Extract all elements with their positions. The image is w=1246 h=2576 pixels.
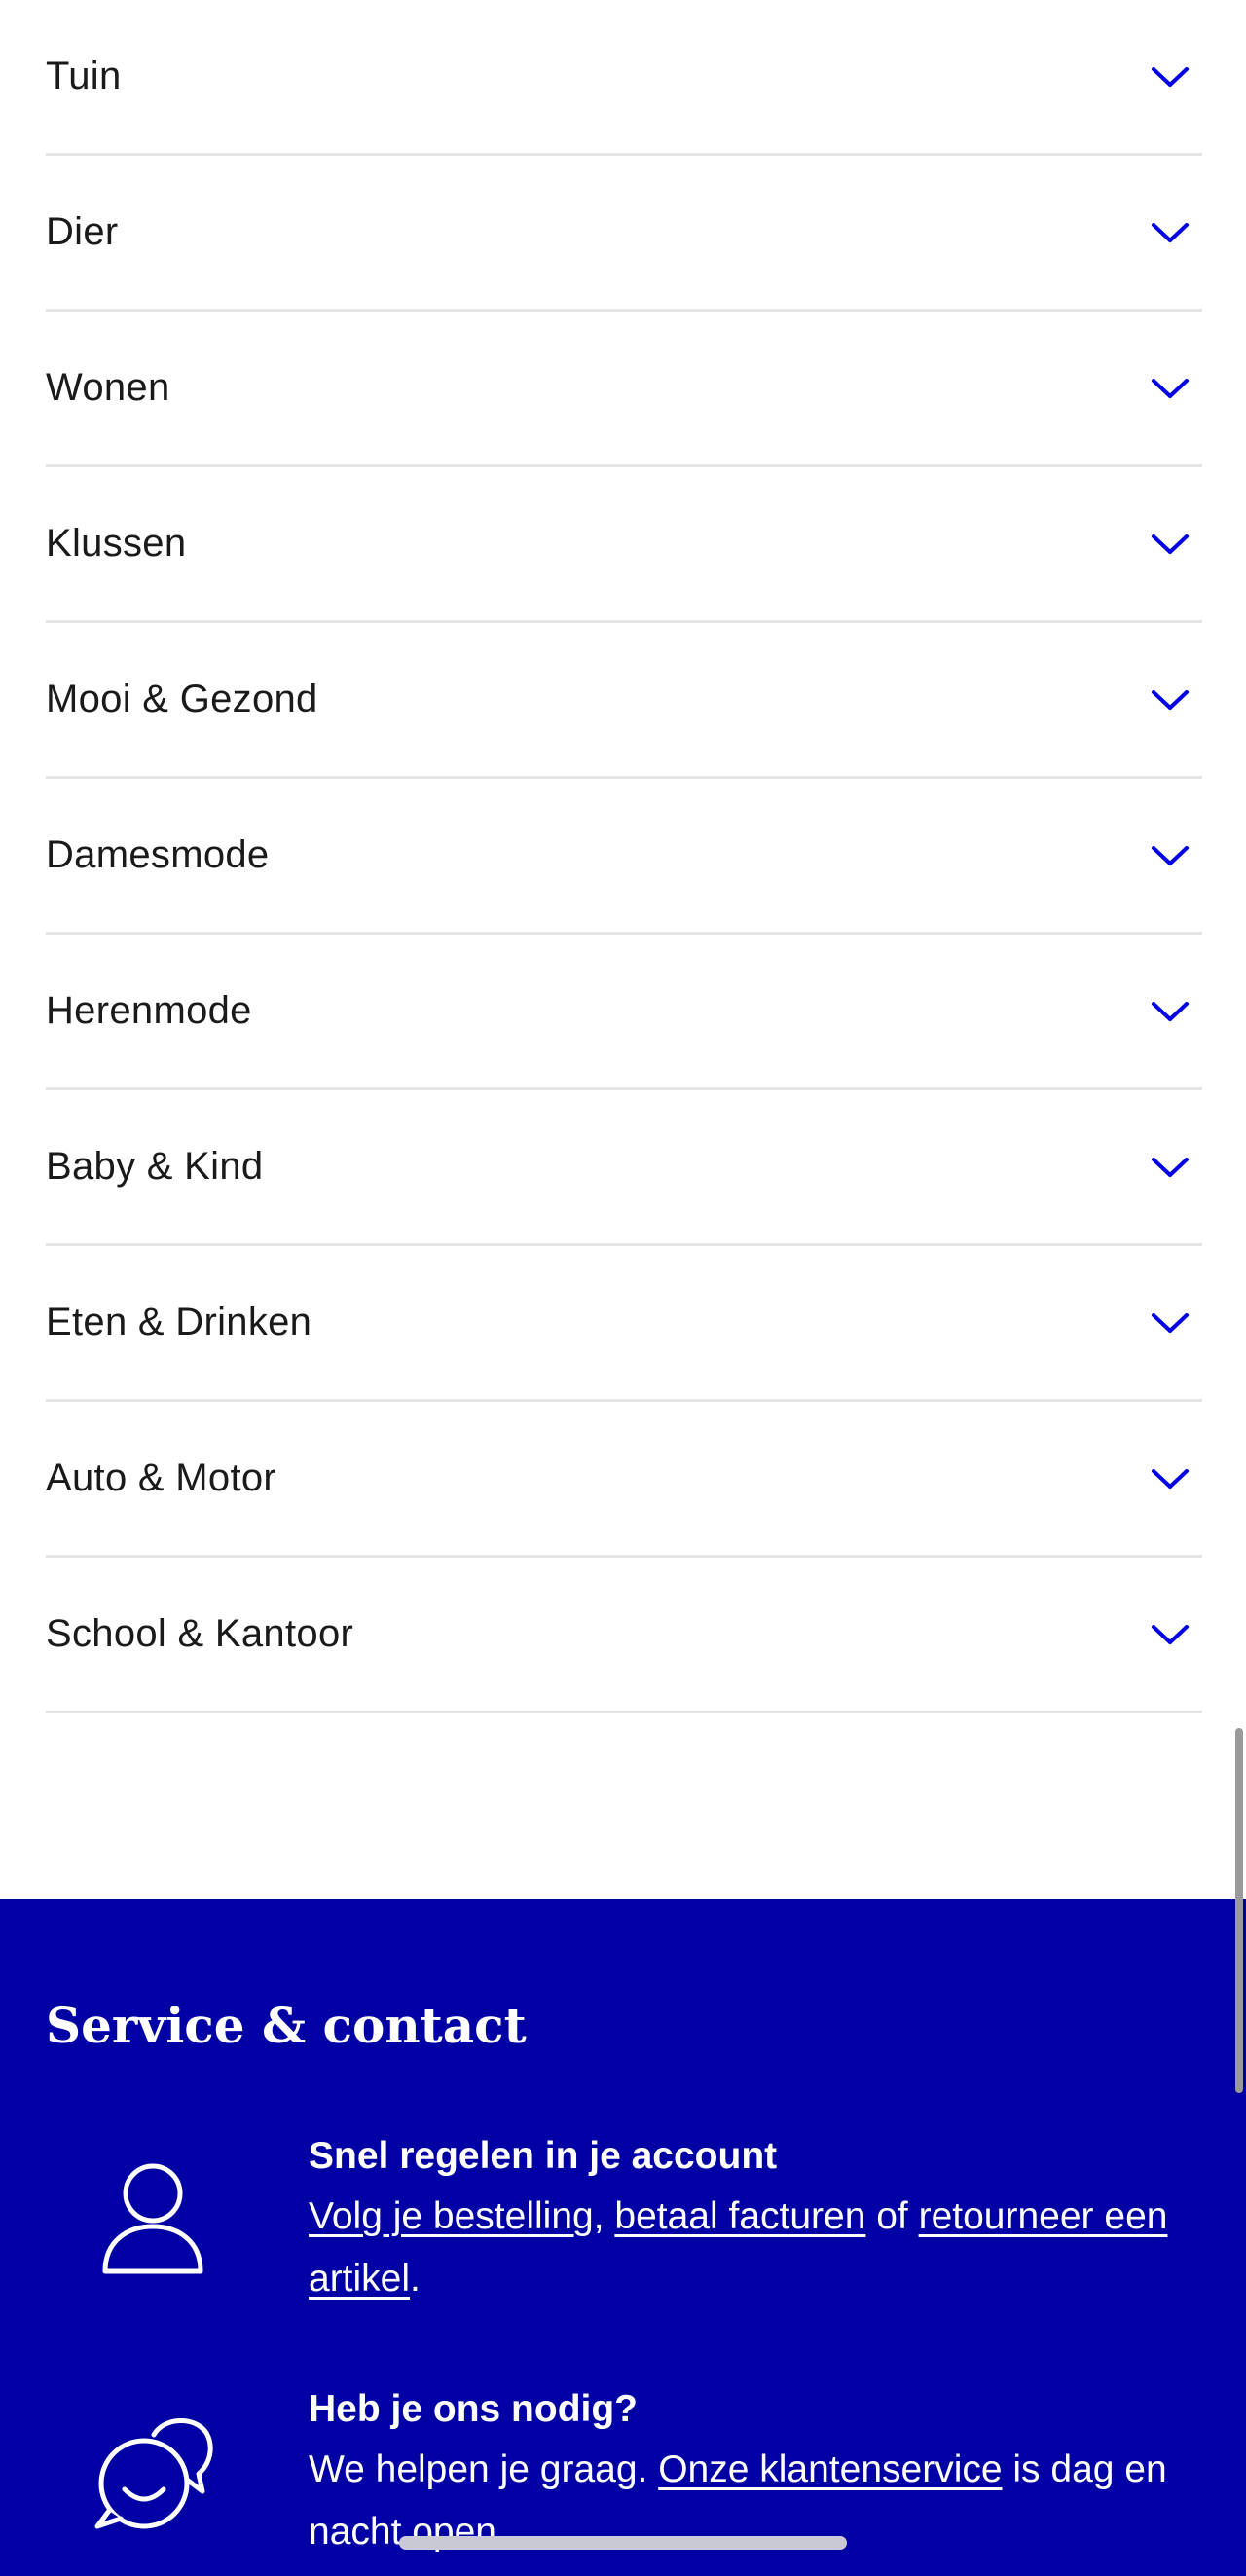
chevron-down-icon — [1150, 1147, 1191, 1188]
chevron-down-icon — [1150, 524, 1191, 565]
service-footer: Service & contact Snel regelen in je acc… — [0, 1899, 1246, 2576]
category-item-damesmode[interactable]: Damesmode — [46, 779, 1202, 935]
category-label: Dier — [46, 210, 119, 253]
category-item-herenmode[interactable]: Herenmode — [46, 935, 1202, 1090]
category-item-eten-drinken[interactable]: Eten & Drinken — [46, 1246, 1202, 1402]
separator-text: , — [593, 2195, 615, 2237]
account-heading: Snel regelen in je account — [309, 2135, 778, 2177]
category-label: Herenmode — [46, 989, 252, 1032]
category-label: Mooi & Gezond — [46, 678, 318, 720]
scrollbar[interactable] — [1235, 1728, 1243, 2093]
category-item-school-kantoor[interactable]: School & Kantoor — [46, 1558, 1202, 1713]
help-heading: Heb je ons nodig? — [309, 2388, 638, 2430]
track-order-link[interactable]: Volg je bestelling — [309, 2195, 594, 2237]
chevron-down-icon — [1150, 680, 1191, 720]
category-label: Klussen — [46, 522, 187, 565]
chevron-down-icon — [1150, 835, 1191, 876]
category-item-tuin[interactable]: Tuin — [46, 0, 1202, 156]
chat-icon — [88, 2406, 214, 2532]
help-intro-text: We helpen je graag. — [309, 2448, 659, 2490]
separator-text: of — [865, 2195, 919, 2237]
chevron-down-icon — [1150, 212, 1191, 253]
category-label: Auto & Motor — [46, 1456, 277, 1499]
category-list: Tuin Dier Wonen Klussen Mooi & Gezond Da… — [46, 0, 1202, 1713]
category-item-wonen[interactable]: Wonen — [46, 312, 1202, 467]
category-label: Eten & Drinken — [46, 1301, 312, 1343]
footer-title: Service & contact — [46, 1997, 527, 2054]
customer-service-link[interactable]: Onze klantenservice — [658, 2448, 1002, 2490]
account-service-text: Snel regelen in je account Volg je beste… — [309, 2133, 1185, 2310]
pay-invoices-link[interactable]: betaal facturen — [614, 2195, 865, 2237]
category-label: Tuin — [46, 55, 122, 97]
chevron-down-icon — [1150, 1614, 1191, 1655]
chevron-down-icon — [1150, 991, 1191, 1032]
chevron-down-icon — [1150, 368, 1191, 409]
end-punctuation: . — [410, 2258, 421, 2300]
category-item-mooi-gezond[interactable]: Mooi & Gezond — [46, 623, 1202, 779]
category-item-auto-motor[interactable]: Auto & Motor — [46, 1402, 1202, 1558]
home-indicator[interactable] — [399, 2536, 847, 2550]
category-label: Wonen — [46, 366, 170, 409]
category-item-baby-kind[interactable]: Baby & Kind — [46, 1090, 1202, 1246]
chevron-down-icon — [1150, 56, 1191, 97]
account-description: Volg je bestelling, betaal facturen of r… — [309, 2186, 1185, 2310]
chevron-down-icon — [1150, 1303, 1191, 1343]
category-label: School & Kantoor — [46, 1612, 354, 1655]
category-item-dier[interactable]: Dier — [46, 156, 1202, 312]
user-icon — [88, 2154, 214, 2281]
category-label: Baby & Kind — [46, 1145, 264, 1188]
category-label: Damesmode — [46, 833, 270, 876]
chevron-down-icon — [1150, 1458, 1191, 1499]
category-item-klussen[interactable]: Klussen — [46, 467, 1202, 623]
